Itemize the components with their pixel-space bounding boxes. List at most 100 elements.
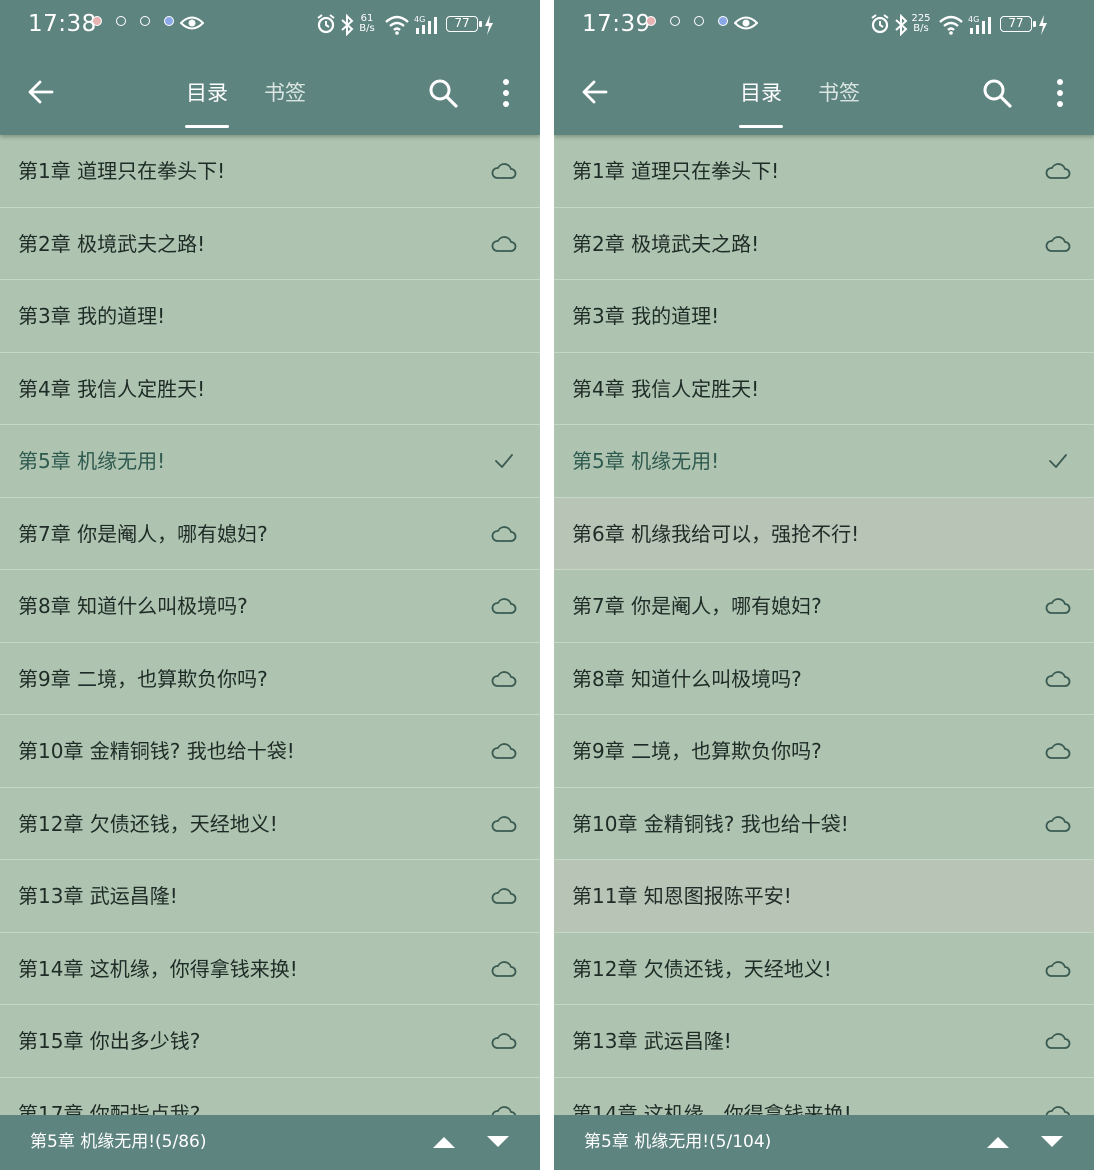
charging-icon [1039,15,1047,35]
chapter-row[interactable]: 第14章 这机缘，你得拿钱来换! [554,1078,1094,1115]
chapter-row[interactable]: 第1章 道理只在拳头下! [554,135,1094,208]
chapter-row[interactable]: 第3章 我的道理! [554,280,1094,353]
chapter-row[interactable]: 第7章 你是阉人，哪有媳妇? [0,498,540,570]
chapter-row[interactable]: 第6章 机缘我给可以，强抢不行! [554,497,1094,570]
chapter-title: 第17章 你配指点我? [18,1101,201,1116]
chapter-title: 第9章 二境，也算欺负你吗? [18,666,268,691]
tab-contents[interactable]: 目录 [186,78,228,108]
cloud-icon [1045,598,1071,614]
notification-dot-icon [694,16,704,26]
chapter-row[interactable]: 第4章 我信人定胜天! [554,353,1094,425]
chapter-row[interactable]: 第7章 你是阉人，哪有媳妇? [554,570,1094,643]
current-chapter-label[interactable]: 第5章 机缘无用!(5/104) [584,1115,771,1170]
current-chapter-label[interactable]: 第5章 机缘无用!(5/86) [30,1115,206,1170]
back-arrow-icon[interactable] [26,77,56,107]
bluetooth-icon [341,14,354,36]
chapter-title: 第15章 你出多少钱? [18,1029,201,1053]
chapter-title: 第2章 极境武夫之路! [18,231,206,256]
chapter-row[interactable]: 第12章 欠债还钱，天经地义! [554,933,1094,1005]
app-bar: 17:39 225 B/s 4G 77 目录 书签 [554,0,1094,135]
chapter-title: 第14章 这机缘，你得拿钱来换! [18,956,298,981]
chapter-row[interactable]: 第14章 这机缘，你得拿钱来换! [0,933,540,1005]
chapter-row[interactable]: 第8章 知道什么叫极境吗? [554,643,1094,715]
chapter-row[interactable]: 第9章 二境，也算欺负你吗? [0,643,540,715]
cloud-icon [491,960,517,977]
wifi-icon [385,15,409,35]
chapter-row[interactable]: 第10章 金精铜钱? 我也给十袋! [554,788,1094,860]
check-icon [1049,454,1067,468]
chapter-title: 第10章 金精铜钱? 我也给十袋! [18,739,295,763]
screenshot-divider [540,0,554,1170]
chapter-row[interactable]: 第13章 武运昌隆! [0,860,540,933]
screen-right: 17:39 225 B/s 4G 77 目录 书签 第1章 道理只在拳头下! 第… [554,0,1094,1170]
chapter-title: 第12章 欠债还钱，天经地义! [572,956,832,981]
chapter-row[interactable]: 第2章 极境武夫之路! [554,208,1094,280]
chapter-row[interactable]: 第9章 二境，也算欺负你吗? [554,715,1094,788]
bottom-bar: 第5章 机缘无用!(5/86) [0,1115,540,1170]
chapter-row[interactable]: 第12章 欠债还钱，天经地义! [0,788,540,860]
chapter-title: 第8章 知道什么叫极境吗? [572,666,802,691]
cloud-icon [491,1105,517,1115]
cloud-icon [491,1033,517,1049]
more-vertical-icon[interactable] [1050,78,1070,108]
chapter-row[interactable]: 第8章 知道什么叫极境吗? [0,570,540,643]
back-arrow-icon[interactable] [580,77,610,107]
chapter-row[interactable]: 第10章 金精铜钱? 我也给十袋! [0,715,540,788]
chapter-list[interactable]: 第1章 道理只在拳头下! 第2章 极境武夫之路! 第3章 我的道理! 第4章 我信人定… [554,135,1094,1115]
chapter-title: 第12章 欠债还钱，天经地义! [18,811,278,836]
signal-4g-icon: 4G [414,15,437,34]
triangle-down-icon[interactable] [1038,1132,1066,1152]
status-icons: 225 B/s 4G 77 [866,12,1066,40]
charging-icon [485,15,493,35]
triangle-up-icon[interactable] [984,1132,1012,1152]
chapter-row[interactable]: 第15章 你出多少钱? [0,1005,540,1078]
notification-dot-icon [164,16,174,26]
chapter-row[interactable]: 第13章 武运昌隆! [554,1005,1094,1078]
search-icon[interactable] [428,78,458,108]
alarm-icon [871,14,889,34]
tab-contents[interactable]: 目录 [740,78,782,108]
chapter-title: 第6章 机缘我给可以，强抢不行! [572,521,860,546]
cloud-icon [491,815,517,832]
status-icons: 61 B/s 4G 77 [312,12,512,40]
chapter-row[interactable]: 第4章 我信人定胜天! [0,353,540,425]
notification-dot-icon [718,16,728,26]
chapter-title: 第13章 武运昌隆! [18,884,178,908]
chapter-row[interactable]: 第2章 极境武夫之路! [0,208,540,280]
chapter-row[interactable]: 第11章 知恩图报陈平安! [554,860,1094,933]
chapter-title: 第11章 知恩图报陈平安! [572,884,792,908]
notification-dot-icon [116,16,126,26]
cloud-icon [1045,743,1071,759]
triangle-up-icon[interactable] [430,1132,458,1152]
chapter-row[interactable]: 第5章 机缘无用! [554,425,1094,498]
chapter-title: 第13章 武运昌隆! [572,1029,732,1053]
chapter-title: 第5章 机缘无用! [572,449,720,473]
search-icon[interactable] [982,78,1012,108]
chapter-list[interactable]: 第1章 道理只在拳头下! 第2章 极境武夫之路! 第3章 我的道理! 第4章 我信人定… [0,135,540,1115]
cloud-icon [491,670,517,687]
triangle-down-icon[interactable] [484,1132,512,1152]
status-time: 17:39 [582,11,651,37]
cloud-icon [491,235,517,252]
chapter-title: 第1章 道理只在拳头下! [572,159,780,183]
chapter-row[interactable]: 第1章 道理只在拳头下! [0,135,540,208]
net-speed: 225 B/s [911,13,931,34]
eye-icon [180,16,204,30]
cloud-icon [1045,1105,1071,1115]
cloud-icon [491,598,517,614]
more-vertical-icon[interactable] [496,78,516,108]
chapter-title: 第3章 我的道理! [572,304,720,328]
svg-text:4G: 4G [968,15,979,24]
tab-bookmarks[interactable]: 书签 [264,78,306,108]
cloud-icon [1045,960,1071,977]
chapter-title: 第4章 我信人定胜天! [572,376,760,401]
chapter-row[interactable]: 第5章 机缘无用! [0,425,540,498]
chapter-title: 第7章 你是阉人，哪有媳妇? [572,594,822,618]
cloud-icon [491,888,517,904]
chapter-title: 第5章 机缘无用! [18,449,166,473]
status-time: 17:38 [28,11,97,37]
chapter-row[interactable]: 第3章 我的道理! [0,280,540,353]
signal-4g-icon: 4G [968,15,991,34]
tab-bookmarks[interactable]: 书签 [818,78,860,108]
chapter-row[interactable]: 第17章 你配指点我? [0,1078,540,1116]
